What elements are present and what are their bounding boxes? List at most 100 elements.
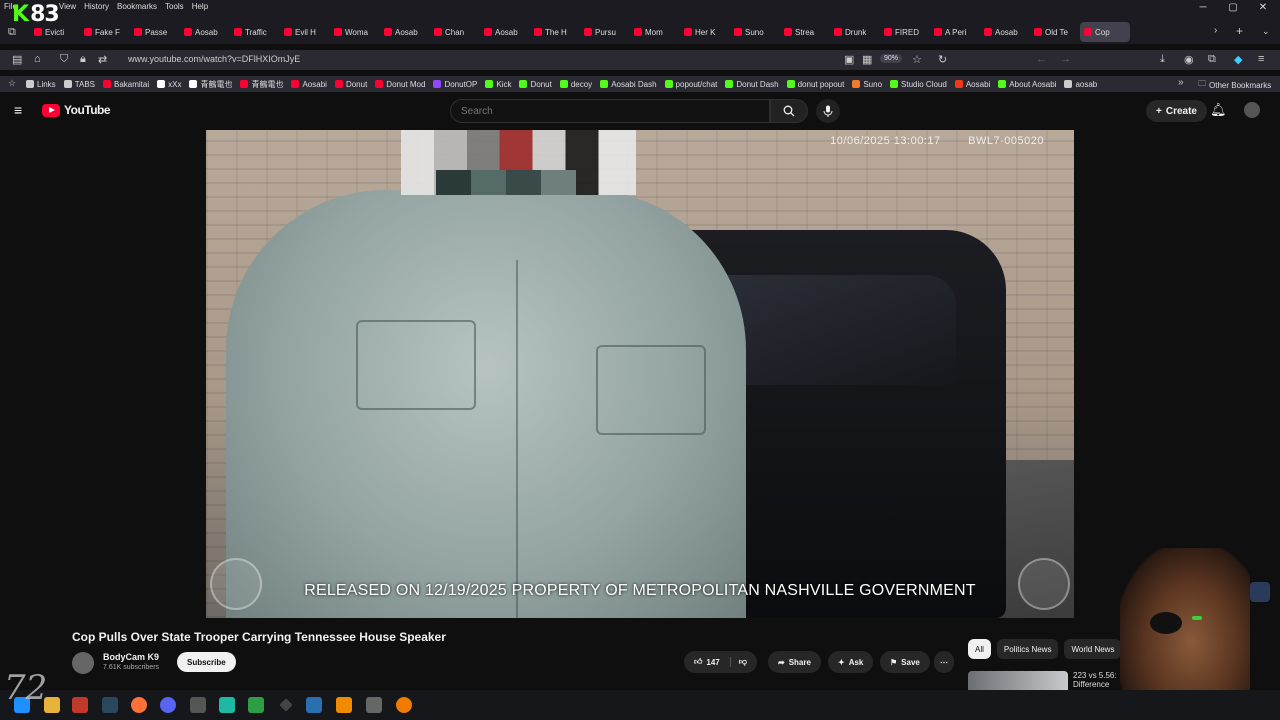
bookmark-item[interactable]: Donut — [519, 80, 552, 89]
sidebar-toggle-icon[interactable]: ▤ — [12, 53, 22, 66]
video-player[interactable]: 10/06/2025 13:00:17 BWL7-005020 RELEASED… — [206, 130, 1074, 618]
forward-arrow-icon[interactable]: → — [1060, 53, 1071, 65]
download-icon[interactable]: ⤓ — [1160, 53, 1165, 66]
browser-tab[interactable]: Fake F — [80, 22, 130, 42]
app-icon-blue[interactable] — [306, 697, 322, 713]
chevron-right-icon[interactable]: › — [1214, 25, 1217, 36]
bookmark-manage-icon[interactable]: ☆ — [8, 78, 16, 89]
thumbs-down-icon[interactable]: 👎︎ — [729, 657, 747, 667]
ask-button[interactable]: ✦ Ask — [828, 651, 874, 673]
permissions-icon[interactable]: ⇄ — [98, 53, 107, 66]
bookmark-item[interactable]: popout/chat — [664, 80, 717, 89]
tab-overview-icon[interactable]: ⧉ — [8, 26, 16, 39]
bookmark-item[interactable]: Aosabi — [954, 80, 990, 89]
url-bar[interactable]: www.youtube.com/watch?v=DFlHXIOmJyE — [128, 54, 300, 64]
browser-tab[interactable]: The H — [530, 22, 580, 42]
browser-tab[interactable]: A Peri — [930, 22, 980, 42]
browser-tab[interactable]: Her K — [680, 22, 730, 42]
picture-in-picture-icon[interactable]: ▦ — [862, 53, 872, 66]
notepad-icon[interactable] — [248, 697, 264, 713]
youtube-logo[interactable]: YouTube — [42, 103, 111, 117]
reload-icon[interactable]: ↻ — [938, 53, 947, 66]
like-button[interactable]: 👍︎ 147 👎︎ — [684, 651, 757, 673]
chip-all[interactable]: All — [968, 639, 991, 659]
browser-tab[interactable]: Chan — [430, 22, 480, 42]
browser-tab[interactable]: Traffic — [230, 22, 280, 42]
browser-tab[interactable]: Strea — [780, 22, 830, 42]
bookmark-item[interactable]: donut popout — [786, 80, 844, 89]
more-bookmarks-icon[interactable]: » — [1178, 77, 1184, 88]
zoom-level[interactable]: 90% — [880, 54, 903, 63]
shield-icon[interactable]: ⛉ — [60, 53, 68, 66]
bookmark-item[interactable]: DonutOP — [433, 80, 477, 89]
chip-world-news[interactable]: World News — [1064, 639, 1122, 659]
more-actions-button[interactable]: ⋯ — [934, 651, 954, 673]
channel-name[interactable]: BodyCam K9 — [103, 652, 159, 662]
bookmark-item[interactable]: Donut Mod — [375, 80, 425, 89]
bookmark-item[interactable]: 青鶴電也 — [240, 79, 283, 90]
browser-tab[interactable]: Pursu — [580, 22, 630, 42]
browser-tab[interactable]: Aosab — [480, 22, 530, 42]
home-icon[interactable]: ⌂ — [34, 53, 41, 65]
bookmark-item[interactable]: TABS — [63, 80, 95, 89]
menu-bookmarks[interactable]: Bookmarks — [117, 0, 157, 14]
menu-history[interactable]: History — [84, 0, 109, 14]
reader-view-icon[interactable]: ▣ — [844, 53, 854, 66]
browser-tab[interactable]: Aosab — [980, 22, 1030, 42]
app-icon-teal[interactable] — [219, 697, 235, 713]
browser-tab[interactable]: Mom — [630, 22, 680, 42]
app-icon-red[interactable] — [72, 697, 88, 713]
extensions-icon[interactable]: ⧉ — [1208, 53, 1216, 66]
steam-icon[interactable] — [102, 697, 118, 713]
browser-tab[interactable]: Drunk — [830, 22, 880, 42]
browser-tab[interactable]: Passe — [130, 22, 180, 42]
bookmark-star-icon[interactable]: ☆ — [912, 53, 922, 66]
app-icon-diamond[interactable] — [279, 698, 293, 712]
chip-politics-news[interactable]: Politics News — [996, 639, 1059, 659]
back-arrow-icon[interactable]: ← — [1036, 53, 1047, 65]
minimize-button[interactable]: ─ — [1188, 0, 1218, 16]
browser-tab[interactable]: Aosab — [380, 22, 430, 42]
bookmark-item[interactable]: Bakamitai — [103, 80, 149, 89]
save-button[interactable]: ⚑ Save — [880, 651, 930, 673]
bookmark-item[interactable]: decoy — [559, 80, 592, 89]
maximize-button[interactable]: ▢ — [1218, 0, 1248, 16]
account-avatar[interactable] — [1244, 102, 1260, 118]
menu-view[interactable]: View — [59, 0, 76, 14]
other-bookmarks[interactable]: 🗀 Other Bookmarks — [1198, 78, 1271, 92]
menu-tools[interactable]: Tools — [165, 0, 184, 14]
channel-avatar[interactable] — [72, 652, 94, 674]
share-button[interactable]: ➦ Share — [768, 651, 821, 673]
hamburger-menu-icon[interactable]: ≡ — [14, 102, 22, 118]
discord-icon[interactable] — [160, 697, 176, 713]
bookmark-item[interactable]: xXx — [157, 80, 181, 89]
browser-tab[interactable]: Suno — [730, 22, 780, 42]
search-input[interactable] — [451, 100, 769, 122]
new-tab-button[interactable]: + — [1236, 24, 1243, 38]
bookmark-item[interactable]: Links — [26, 80, 56, 89]
bookmark-item[interactable]: Suno — [852, 80, 882, 89]
close-window-button[interactable]: ✕ — [1248, 0, 1278, 16]
recommendation-title[interactable]: 223 vs 5.56: Difference — [1073, 671, 1117, 689]
bookmark-item[interactable]: Studio Cloud — [890, 80, 947, 89]
browser-tab[interactable]: Evil H — [280, 22, 330, 42]
bookmark-item[interactable]: Kick — [485, 80, 511, 89]
vlc-icon[interactable] — [336, 697, 352, 713]
app-icon-gray[interactable] — [190, 697, 206, 713]
create-button[interactable]: + Create — [1146, 100, 1207, 122]
search-app-icon[interactable] — [396, 697, 412, 713]
account-icon[interactable]: ◉ — [1184, 53, 1194, 66]
browser-tab[interactable]: Cop — [1080, 22, 1130, 42]
menu-help[interactable]: Help — [192, 0, 208, 14]
browser-tab[interactable]: FIRED — [880, 22, 930, 42]
firefox-icon[interactable] — [131, 697, 147, 713]
bookmark-item[interactable]: aosab — [1064, 80, 1097, 89]
bookmark-item[interactable]: About Aosabi — [998, 80, 1056, 89]
app-menu-icon[interactable]: ≡ — [1258, 53, 1264, 65]
extension-icon[interactable]: ◆ — [1234, 53, 1242, 66]
search-button[interactable] — [770, 99, 808, 123]
bookmark-item[interactable]: Aosabi Dash — [600, 80, 657, 89]
browser-tab[interactable]: Aosab — [180, 22, 230, 42]
app-icon-dark[interactable] — [366, 697, 382, 713]
chevron-down-icon[interactable]: ⌄ — [1262, 26, 1270, 37]
